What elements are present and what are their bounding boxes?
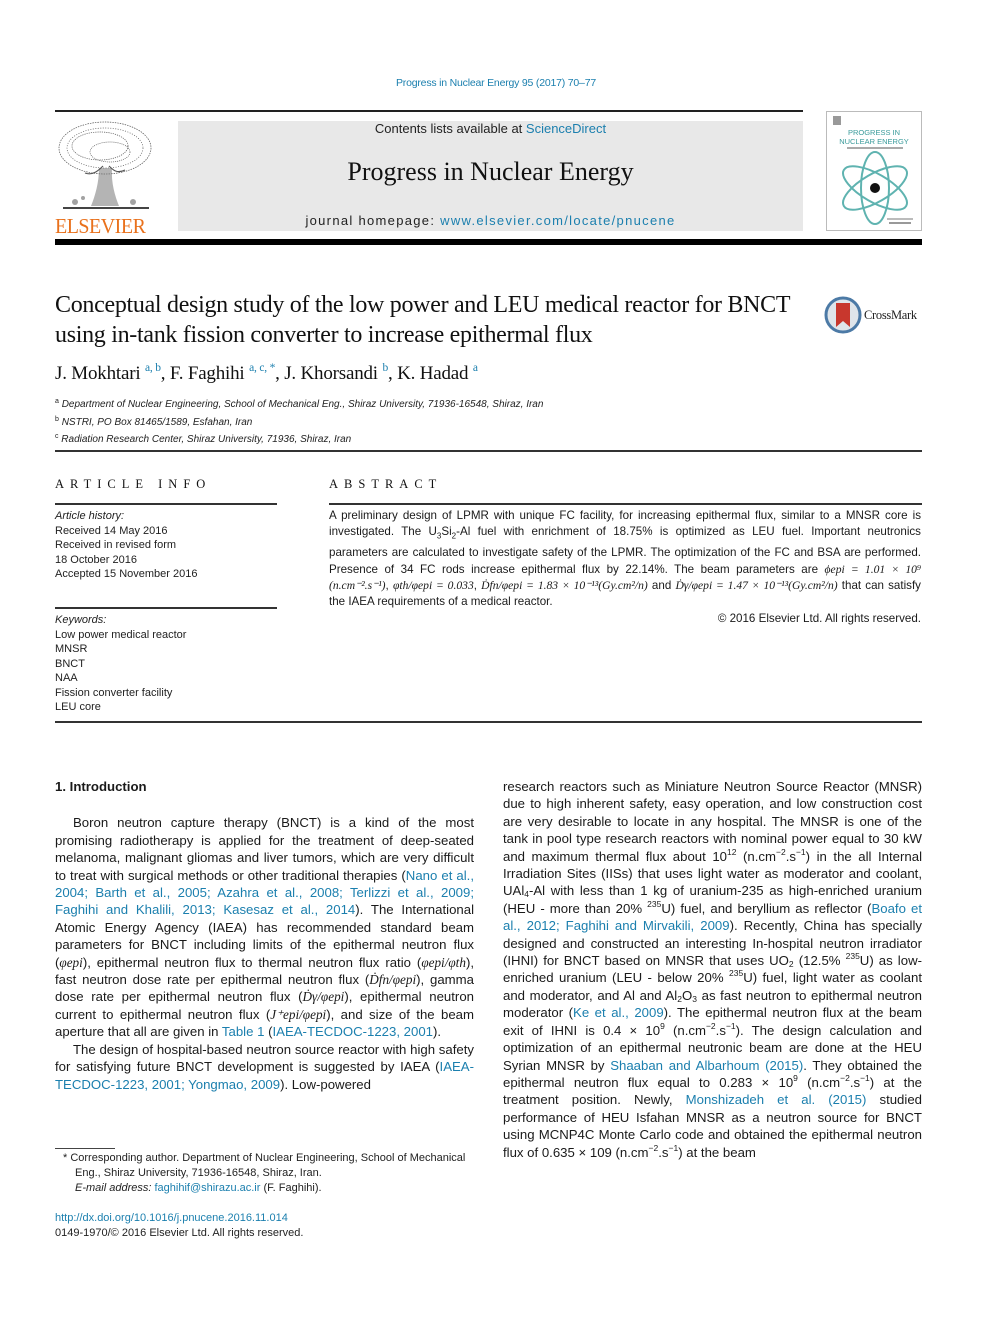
section-heading-introduction: 1. Introduction	[55, 779, 147, 794]
citation-link[interactable]: Monshizadeh et al. (2015)	[686, 1092, 867, 1107]
body-paragraph: The design of hospital-based neutron sou…	[55, 1041, 474, 1092]
article-title: Conceptual design study of the low power…	[55, 292, 790, 348]
history-item: 18 October 2016	[55, 553, 137, 566]
keywords: Keywords: Low power medical reactor MNSR…	[55, 614, 187, 713]
journal-masthead: Contents lists available at ScienceDirec…	[178, 121, 803, 231]
affiliations: a Department of Nuclear Engineering, Sch…	[55, 395, 543, 448]
keyword-item: LEU core	[55, 701, 101, 713]
journal-title: Progress in Nuclear Energy	[347, 157, 634, 186]
author-affiliation-marker[interactable]: b	[382, 362, 388, 374]
author-affiliation-marker[interactable]: a, c, *	[249, 362, 275, 374]
homepage-link[interactable]: www.elsevier.com/locate/pnucene	[440, 213, 675, 228]
article-history: Article history: Received 14 May 2016 Re…	[55, 510, 198, 580]
doi-block: http://dx.doi.org/10.1016/j.pnucene.2016…	[55, 1211, 303, 1241]
citation-link[interactable]: IAEA-TECDOC-1223, 2001	[273, 1024, 434, 1039]
abstract-text: A preliminary design of LPMR with unique…	[329, 508, 921, 627]
corresponding-author-note: * Corresponding author. Department of Nu…	[63, 1152, 466, 1179]
footnotes: * Corresponding author. Department of Nu…	[55, 1151, 475, 1196]
body-paragraph: Boron neutron capture therapy (BNCT) is …	[55, 815, 475, 1040]
article-info-rule	[55, 503, 277, 505]
elsevier-logo[interactable]: ELSEVIER	[55, 118, 155, 238]
history-item: Accepted 15 November 2016	[55, 568, 198, 580]
contents-line: Contents lists available at ScienceDirec…	[374, 121, 607, 136]
keyword-item: NAA	[55, 672, 78, 684]
footnote-rule	[55, 1148, 115, 1149]
math-thermal-ratio: φth/φepi = 0.033	[392, 578, 474, 592]
journal-reference-link[interactable]: Progress in Nuclear Energy 95 (2017) 70–…	[0, 77, 992, 89]
citation-link[interactable]: Ke et al., 2009	[573, 1005, 664, 1020]
section-divider	[55, 450, 922, 452]
keyword-item: BNCT	[55, 657, 85, 670]
math-gamma-dose: Ḋγ/φepi = 1.47 × 10⁻¹³(Gy.cm²/n)	[675, 578, 838, 592]
journal-cover-thumbnail[interactable]: PROGRESS IN NUCLEAR ENERGY	[826, 111, 922, 231]
elsevier-tree-icon	[58, 121, 152, 209]
citation-link[interactable]: Shaaban and Albarhoum (2015)	[610, 1058, 803, 1073]
keywords-rule	[55, 607, 277, 609]
author-name[interactable]: J. Mokhtari	[55, 363, 141, 384]
issn-copyright: 0149-1970/© 2016 Elsevier Ltd. All right…	[55, 1227, 304, 1239]
crossmark-icon	[824, 296, 862, 334]
abstract-bottom-rule	[55, 721, 922, 723]
author-affiliation-marker[interactable]: a	[473, 362, 478, 374]
abstract-copyright: © 2016 Elsevier Ltd. All rights reserved…	[717, 611, 921, 625]
keyword-item: Low power medical reactor	[55, 628, 187, 641]
table-link[interactable]: Table 1	[222, 1024, 265, 1039]
body-column-right: research reactors such as Miniature Neut…	[503, 778, 922, 1161]
article-info-heading: ARTICLE INFO	[55, 477, 212, 491]
affiliation-item: a Department of Nuclear Engineering, Sch…	[55, 398, 544, 410]
masthead-bottom-rule	[55, 239, 922, 245]
history-item: Received in revised form	[55, 539, 177, 551]
email-note: E-mail address: faghihif@shirazu.ac.ir (…	[75, 1182, 322, 1194]
elsevier-wordmark: ELSEVIER	[55, 214, 146, 238]
body-paragraph-continued: research reactors such as Miniature Neut…	[503, 779, 923, 1160]
body-column-left: 1. Introduction Boron neutron capture th…	[55, 778, 474, 1093]
affiliation-item: c Radiation Research Center, Shiraz Univ…	[55, 433, 352, 445]
doi-link[interactable]: http://dx.doi.org/10.1016/j.pnucene.2016…	[55, 1212, 288, 1224]
abstract-heading: ABSTRACT	[329, 477, 443, 491]
affiliation-item: b NSTRI, PO Box 81465/1589, Esfahan, Ira…	[55, 415, 253, 428]
journal-homepage: journal homepage: www.elsevier.com/locat…	[305, 213, 676, 228]
keyword-item: MNSR	[55, 643, 88, 655]
author-affiliation-marker[interactable]: a, b	[145, 362, 161, 374]
email-link[interactable]: faghihif@shirazu.ac.ir	[154, 1182, 260, 1194]
crossmark-badge[interactable]: CrossMark	[824, 296, 924, 336]
cover-title: PROGRESS IN NUCLEAR ENERGY	[839, 128, 909, 146]
author-name[interactable]: K. Hadad	[397, 363, 468, 384]
keyword-item: Fission converter facility	[55, 686, 173, 699]
abstract-rule	[329, 503, 922, 505]
sciencedirect-link[interactable]: ScienceDirect	[526, 121, 606, 136]
author-list: J. Mokhtari a, b, F. Faghihi a, c, *, J.…	[55, 362, 478, 384]
header-rule	[55, 110, 803, 112]
math-fast-dose: Ḋfn/φepi = 1.83 × 10⁻¹³(Gy.cm²/n)	[481, 578, 648, 592]
history-item: Received 14 May 2016	[55, 524, 168, 537]
author-name[interactable]: F. Faghihi	[170, 363, 245, 384]
author-name[interactable]: J. Khorsandi	[284, 363, 378, 384]
